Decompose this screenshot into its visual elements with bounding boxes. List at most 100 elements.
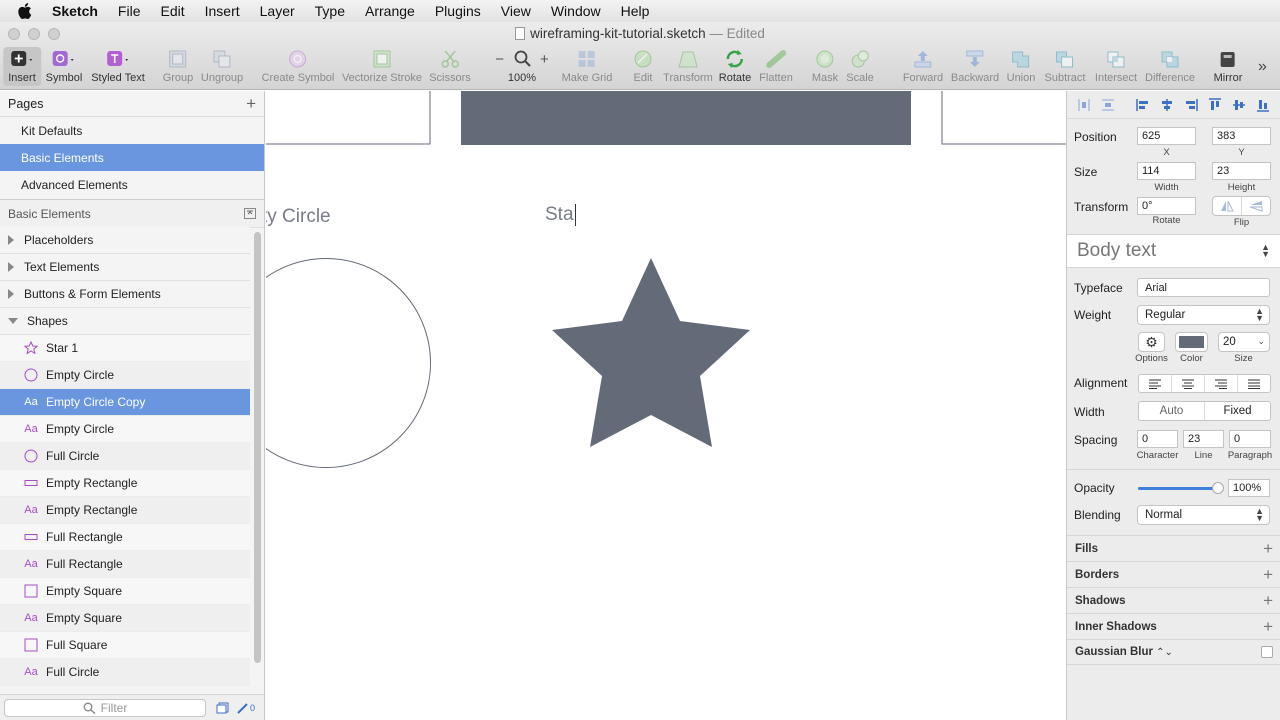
intersect-button[interactable]: Intersect <box>1095 49 1137 84</box>
page-item-kit-defaults[interactable]: Kit Defaults <box>0 117 264 144</box>
gaussian-blur-section[interactable]: Gaussian Blur ⌃⌄ <box>1067 639 1280 665</box>
borders-section[interactable]: Borders + <box>1067 561 1280 587</box>
layer-row[interactable]: Full Square <box>0 632 250 659</box>
align-right-icon[interactable] <box>1180 96 1201 114</box>
backward-button[interactable]: Backward <box>951 49 999 84</box>
disclosure-triangle-icon[interactable] <box>8 262 14 272</box>
vectorize-stroke-button[interactable]: Vectorize Stroke <box>342 49 422 84</box>
add-inner-shadow-icon[interactable]: + <box>1263 617 1273 637</box>
layer-group-shapes[interactable]: Shapes <box>0 308 250 335</box>
distribute-horizontal-icon[interactable] <box>1073 96 1094 114</box>
disclosure-triangle-icon[interactable] <box>8 235 14 245</box>
apple-icon[interactable] <box>18 3 38 19</box>
star-shape[interactable] <box>552 258 750 447</box>
text-align-center-icon[interactable] <box>1172 375 1205 392</box>
layers-scrollbar[interactable] <box>254 232 261 663</box>
subtract-button[interactable]: Subtract <box>1045 49 1085 84</box>
mask-button[interactable]: Mask <box>812 49 838 84</box>
layer-row[interactable]: Full Rectangle <box>0 524 250 551</box>
symbol-button[interactable]: Symbol <box>46 49 82 84</box>
insert-button[interactable]: Insert <box>3 47 41 86</box>
fills-section[interactable]: Fills + <box>1067 535 1280 561</box>
menu-arrange[interactable]: Arrange <box>365 3 415 19</box>
text-color-swatch[interactable] <box>1175 332 1208 352</box>
canvas[interactable]: ty Circle Sta <box>266 91 1066 720</box>
add-border-icon[interactable]: + <box>1263 565 1273 585</box>
layer-row[interactable]: Aa Empty Rectangle <box>0 497 250 524</box>
menu-layer[interactable]: Layer <box>260 3 295 19</box>
disclosure-triangle-icon[interactable] <box>8 289 14 299</box>
character-spacing-field[interactable]: 0 <box>1137 430 1178 448</box>
symbol-filter-icon[interactable] <box>216 702 230 714</box>
flip-horizontal-icon[interactable] <box>1213 197 1242 215</box>
flatten-button[interactable]: Flatten <box>759 49 793 84</box>
transform-button[interactable]: Transform <box>663 49 713 84</box>
slice-filter-icon[interactable] <box>236 702 250 714</box>
text-style-dropdown[interactable]: Body text ▲ ▼ <box>1067 234 1280 268</box>
opacity-slider-knob[interactable] <box>1212 482 1224 494</box>
layer-row[interactable]: Empty Square <box>0 578 250 605</box>
canvas-label-star-editing[interactable]: Sta <box>545 204 576 226</box>
scissors-button[interactable]: Scissors <box>429 49 471 84</box>
menu-edit[interactable]: Edit <box>160 3 184 19</box>
rotate-button[interactable]: Rotate <box>719 49 751 84</box>
add-page-icon[interactable]: + <box>246 94 256 114</box>
align-left-icon[interactable] <box>1132 96 1153 114</box>
add-fill-icon[interactable]: + <box>1263 539 1273 559</box>
canvas-label-empty-circle[interactable]: ty Circle <box>266 206 331 228</box>
page-item-basic-elements[interactable]: Basic Elements <box>0 144 264 171</box>
layer-row[interactable]: Full Circle <box>0 443 250 470</box>
menu-insert[interactable]: Insert <box>205 3 240 19</box>
stepper-arrows-icon[interactable]: ⌃⌄ <box>1156 647 1173 658</box>
menu-view[interactable]: View <box>501 3 531 19</box>
align-bottom-icon[interactable] <box>1252 96 1273 114</box>
mirror-button[interactable]: Mirror <box>1214 49 1242 84</box>
blending-select[interactable]: Normal ▲ ▼ <box>1137 505 1270 525</box>
layer-row[interactable]: Aa Empty Square <box>0 605 250 632</box>
menu-help[interactable]: Help <box>621 3 650 19</box>
gaussian-blur-checkbox[interactable] <box>1261 646 1273 658</box>
menu-plugins[interactable]: Plugins <box>435 3 481 19</box>
toolbar-overflow-icon[interactable]: » <box>1258 58 1267 76</box>
width-field[interactable]: 114 <box>1137 162 1196 180</box>
scale-button[interactable]: Scale <box>846 49 874 84</box>
styled-text-button[interactable]: Styled Text <box>91 49 145 84</box>
opacity-field[interactable]: 100% <box>1228 479 1270 497</box>
text-align-left-icon[interactable] <box>1139 375 1172 392</box>
layer-row[interactable]: Aa Empty Circle <box>0 416 250 443</box>
rectangle-shape-right[interactable] <box>941 91 1066 145</box>
add-shadow-icon[interactable]: + <box>1263 591 1273 611</box>
create-symbol-button[interactable]: Create Symbol <box>262 49 334 84</box>
text-align-right-icon[interactable] <box>1205 375 1238 392</box>
position-y-field[interactable]: 383 <box>1212 127 1271 145</box>
empty-circle-shape[interactable] <box>266 258 431 468</box>
layer-row[interactable]: Aa Full Rectangle <box>0 551 250 578</box>
layer-group-text-elements[interactable]: Text Elements <box>0 254 250 281</box>
opacity-slider[interactable] <box>1138 482 1224 494</box>
weight-select[interactable]: Regular ▲ ▼ <box>1137 305 1270 325</box>
group-button[interactable]: Group <box>163 49 193 84</box>
zoom-in-button[interactable]: + <box>540 51 549 68</box>
forward-button[interactable]: Forward <box>903 49 943 84</box>
zoom-out-button[interactable]: − <box>495 51 504 68</box>
layer-row-selected[interactable]: Aa Empty Circle Copy <box>0 389 250 416</box>
align-top-icon[interactable] <box>1204 96 1225 114</box>
make-grid-button[interactable]: Make Grid <box>562 49 612 84</box>
position-x-field[interactable]: 625 <box>1137 127 1196 145</box>
line-spacing-field[interactable]: 23 <box>1183 430 1224 448</box>
rotate-field[interactable]: 0° <box>1137 197 1196 215</box>
paragraph-spacing-field[interactable]: 0 <box>1229 430 1271 448</box>
align-center-horizontal-icon[interactable] <box>1156 96 1177 114</box>
menu-window[interactable]: Window <box>551 3 601 19</box>
height-field[interactable]: 23 <box>1212 162 1271 180</box>
text-options-button[interactable]: ⚙ <box>1138 332 1165 352</box>
flip-vertical-icon[interactable] <box>1242 197 1270 215</box>
typeface-field[interactable]: Arial <box>1137 278 1270 297</box>
menu-app-name[interactable]: Sketch <box>52 3 98 19</box>
align-middle-vertical-icon[interactable] <box>1228 96 1249 114</box>
layer-group-buttons-form-elements[interactable]: Buttons & Form Elements <box>0 281 250 308</box>
layer-row[interactable]: Aa Full Circle <box>0 659 250 686</box>
collapse-pages-icon[interactable] <box>244 208 256 219</box>
page-item-advanced-elements[interactable]: Advanced Elements <box>0 171 264 198</box>
menu-type[interactable]: Type <box>315 3 345 19</box>
